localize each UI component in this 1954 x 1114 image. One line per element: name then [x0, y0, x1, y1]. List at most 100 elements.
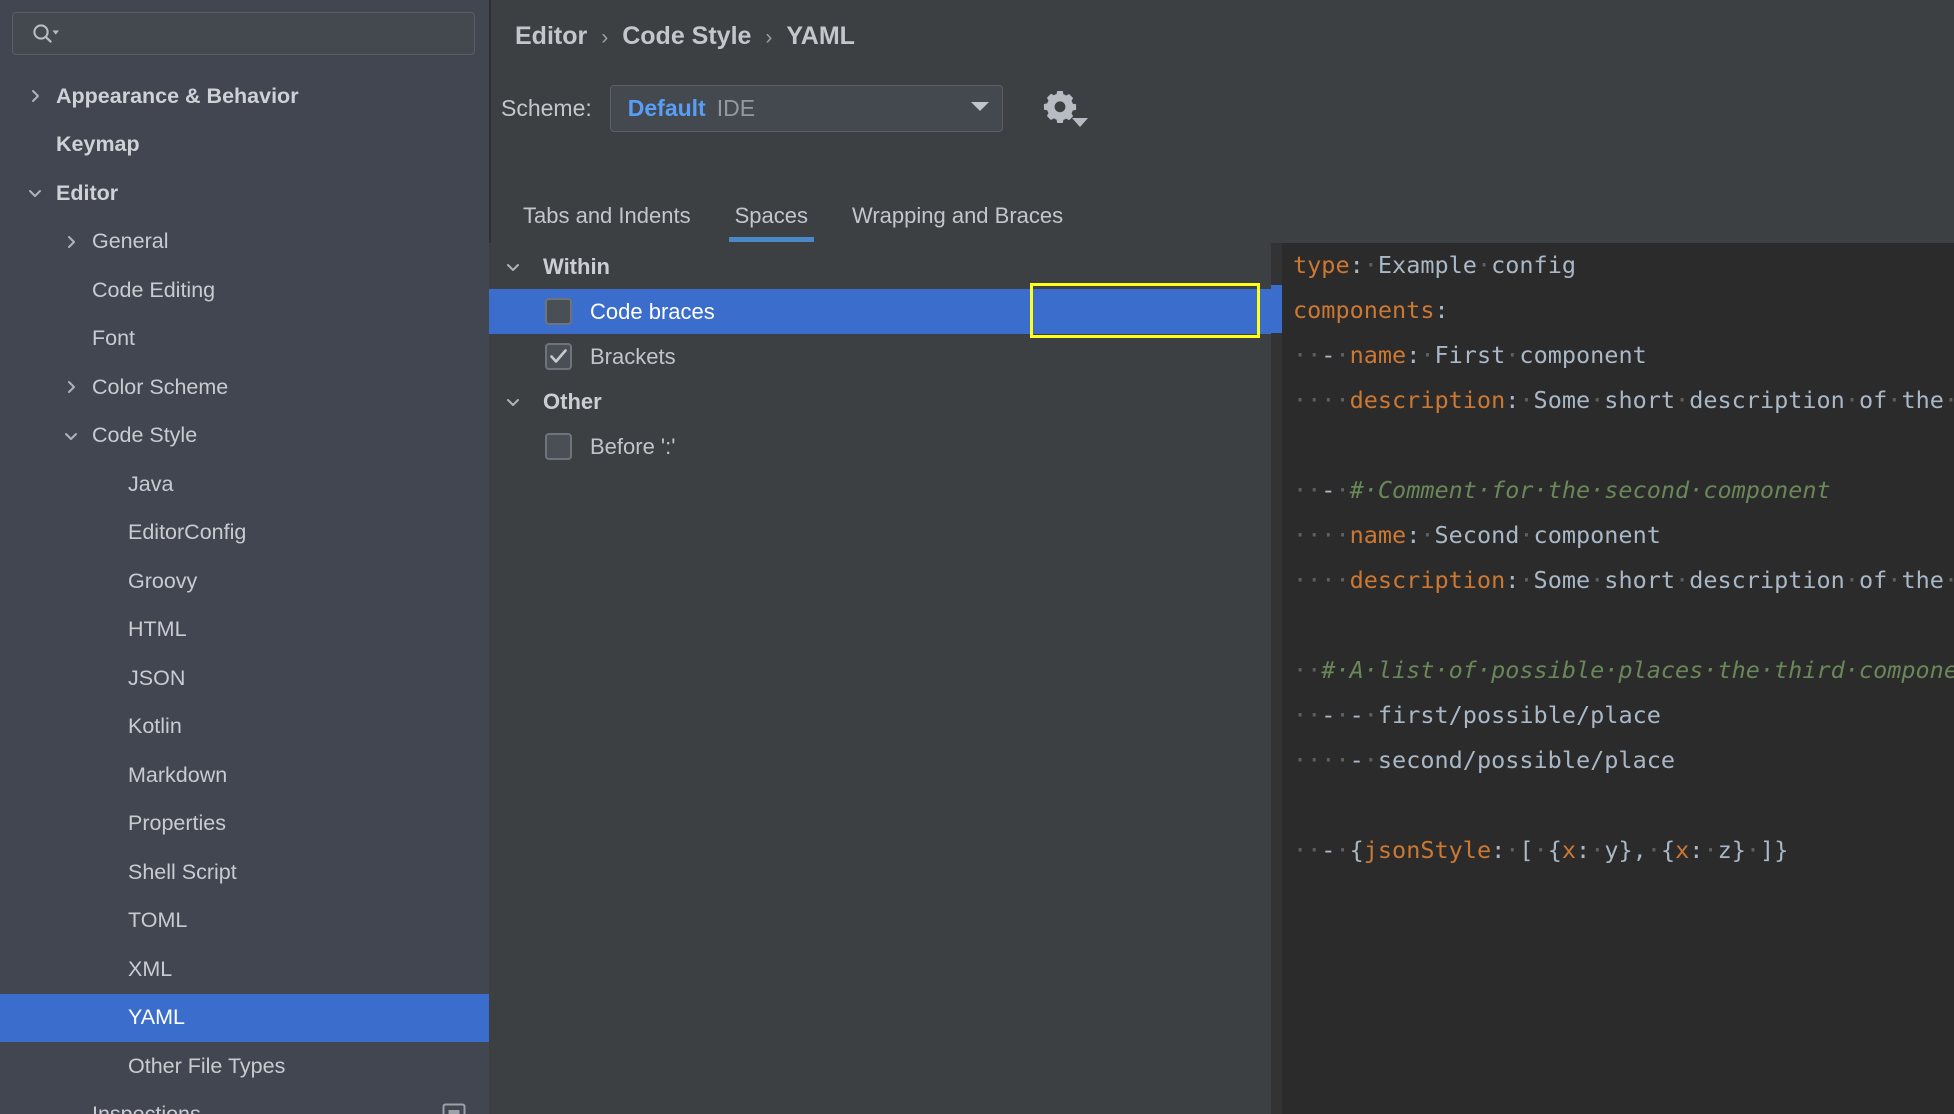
- tab-tabs-and-indents[interactable]: Tabs and Indents: [501, 190, 713, 242]
- sidebar-item-color-scheme[interactable]: Color Scheme: [0, 363, 489, 412]
- sidebar-item-code-editing[interactable]: Code Editing: [0, 266, 489, 315]
- chevron-down-icon[interactable]: [58, 423, 84, 449]
- breadcrumb-item-editor[interactable]: Editor: [515, 22, 587, 51]
- code-token: the: [1901, 566, 1943, 594]
- search-wrapper: [0, 0, 489, 55]
- sidebar-item-general[interactable]: General: [0, 218, 489, 267]
- options-group-other[interactable]: Other: [489, 379, 1271, 424]
- sidebar-item-java[interactable]: Java: [0, 460, 489, 509]
- code-token: ·: [1477, 251, 1491, 279]
- tree-spacer: [94, 714, 120, 740]
- sidebar-item-label: Inspections: [92, 1104, 201, 1114]
- editor-gutter[interactable]: [1271, 243, 1282, 1114]
- code-token: -: [1321, 701, 1335, 729]
- settings-sidebar: Appearance & Behavior Keymap EditorGeneral…: [0, 0, 489, 1114]
- sidebar-item-shell-script[interactable]: Shell Script: [0, 848, 489, 897]
- sidebar-item-appearance-behavior[interactable]: Appearance & Behavior: [0, 72, 489, 121]
- code-token: :: [1406, 521, 1420, 549]
- tab-wrapping-and-braces[interactable]: Wrapping and Braces: [830, 190, 1085, 242]
- tab-spaces[interactable]: Spaces: [713, 190, 830, 242]
- option-row-code-braces[interactable]: Code braces: [489, 289, 1271, 334]
- sidebar-item-kotlin[interactable]: Kotlin: [0, 703, 489, 752]
- code-token: :: [1505, 566, 1519, 594]
- option-label: Before ':': [590, 436, 675, 458]
- tree-spacer: [94, 1005, 120, 1031]
- tree-spacer: [22, 132, 48, 158]
- code-token: name: [1350, 521, 1407, 549]
- checkbox-brackets[interactable]: [545, 343, 572, 370]
- code-token: type: [1293, 251, 1350, 279]
- code-token: Some: [1534, 386, 1591, 414]
- chevron-right-icon[interactable]: [22, 83, 48, 109]
- search-box[interactable]: [12, 12, 475, 55]
- chevron-right-icon[interactable]: [58, 374, 84, 400]
- chevron-down-icon[interactable]: [499, 257, 527, 277]
- code-token: ·: [1519, 386, 1533, 414]
- sidebar-item-other-file-types[interactable]: Other File Types: [0, 1042, 489, 1091]
- code-line: ····description:·Some·short·description·…: [1293, 558, 1954, 603]
- sidebar-item-label: XML: [128, 959, 172, 981]
- sidebar-item-markdown[interactable]: Markdown: [0, 751, 489, 800]
- code-line: [1293, 423, 1954, 468]
- sidebar-item-label: Code Editing: [92, 280, 215, 302]
- chevron-down-icon[interactable]: [499, 392, 527, 412]
- code-token: ·: [1703, 836, 1717, 864]
- code-token: ·: [1590, 836, 1604, 864]
- code-token: ·: [1590, 566, 1604, 594]
- checkbox-code-braces[interactable]: [545, 298, 572, 325]
- search-input[interactable]: [60, 23, 474, 44]
- content-area: Within Code braces Brackets Other Before ':'…: [489, 243, 1954, 1114]
- sidebar-item-properties[interactable]: Properties: [0, 800, 489, 849]
- sidebar-item-editor[interactable]: Editor: [0, 169, 489, 218]
- sidebar-item-toml[interactable]: TOML: [0, 897, 489, 946]
- code-token: ·: [1364, 746, 1378, 774]
- sidebar-item-keymap[interactable]: Keymap: [0, 121, 489, 170]
- code-preview[interactable]: type:·Example·configcomponents:··-·name:…: [1271, 243, 1954, 1114]
- sidebar-item-html[interactable]: HTML: [0, 606, 489, 655]
- scheme-settings-button[interactable]: [1039, 88, 1081, 130]
- code-token: [: [1519, 836, 1533, 864]
- breadcrumb-item-yaml[interactable]: YAML: [786, 22, 855, 51]
- code-token: ··: [1293, 341, 1321, 369]
- options-group-within[interactable]: Within: [489, 244, 1271, 289]
- breadcrumb-item-code-style[interactable]: Code Style: [622, 22, 751, 51]
- sidebar-item-code-style[interactable]: Code Style: [0, 412, 489, 461]
- settings-tabs: Tabs and IndentsSpacesWrapping and Brace…: [501, 190, 1085, 242]
- code-preview-text[interactable]: type:·Example·configcomponents:··-·name:…: [1293, 243, 1954, 1114]
- sidebar-item-editorconfig[interactable]: EditorConfig: [0, 509, 489, 558]
- checkbox-before-'-'[interactable]: [545, 433, 572, 460]
- code-token: Example: [1378, 251, 1477, 279]
- search-icon[interactable]: [30, 22, 60, 46]
- sidebar-item-label: JSON: [128, 668, 185, 690]
- code-token: description: [1350, 386, 1506, 414]
- sidebar-item-json[interactable]: JSON: [0, 654, 489, 703]
- code-token: of: [1859, 386, 1887, 414]
- sidebar-item-xml[interactable]: XML: [0, 945, 489, 994]
- sidebar-item-label: Keymap: [56, 134, 140, 156]
- window-icon[interactable]: [441, 1102, 467, 1114]
- tree-spacer: [58, 326, 84, 352]
- sidebar-item-yaml[interactable]: YAML: [0, 994, 489, 1043]
- code-token: ·: [1505, 836, 1519, 864]
- code-token: {: [1350, 836, 1364, 864]
- code-token: components: [1293, 296, 1434, 324]
- option-label: Other: [543, 391, 602, 413]
- chevron-right-icon[interactable]: [58, 229, 84, 255]
- code-token: :: [1491, 836, 1505, 864]
- option-row-before-'-'[interactable]: Before ':': [489, 424, 1271, 469]
- sidebar-item-inspections[interactable]: Inspections: [0, 1091, 489, 1114]
- tree-spacer: [94, 811, 120, 837]
- option-label: Code braces: [590, 301, 715, 323]
- chevron-down-icon[interactable]: [22, 180, 48, 206]
- option-row-brackets[interactable]: Brackets: [489, 334, 1271, 379]
- code-token: ·: [1746, 836, 1760, 864]
- sidebar-item-font[interactable]: Font: [0, 315, 489, 364]
- scheme-dropdown[interactable]: Default IDE: [610, 85, 1003, 132]
- sidebar-item-groovy[interactable]: Groovy: [0, 557, 489, 606]
- code-token: x: [1675, 836, 1689, 864]
- tree-spacer: [58, 277, 84, 303]
- option-label: Brackets: [590, 346, 676, 368]
- breadcrumb: Editor›Code Style›YAML: [515, 22, 855, 51]
- sidebar-item-label: HTML: [128, 619, 187, 641]
- code-token: description: [1689, 386, 1845, 414]
